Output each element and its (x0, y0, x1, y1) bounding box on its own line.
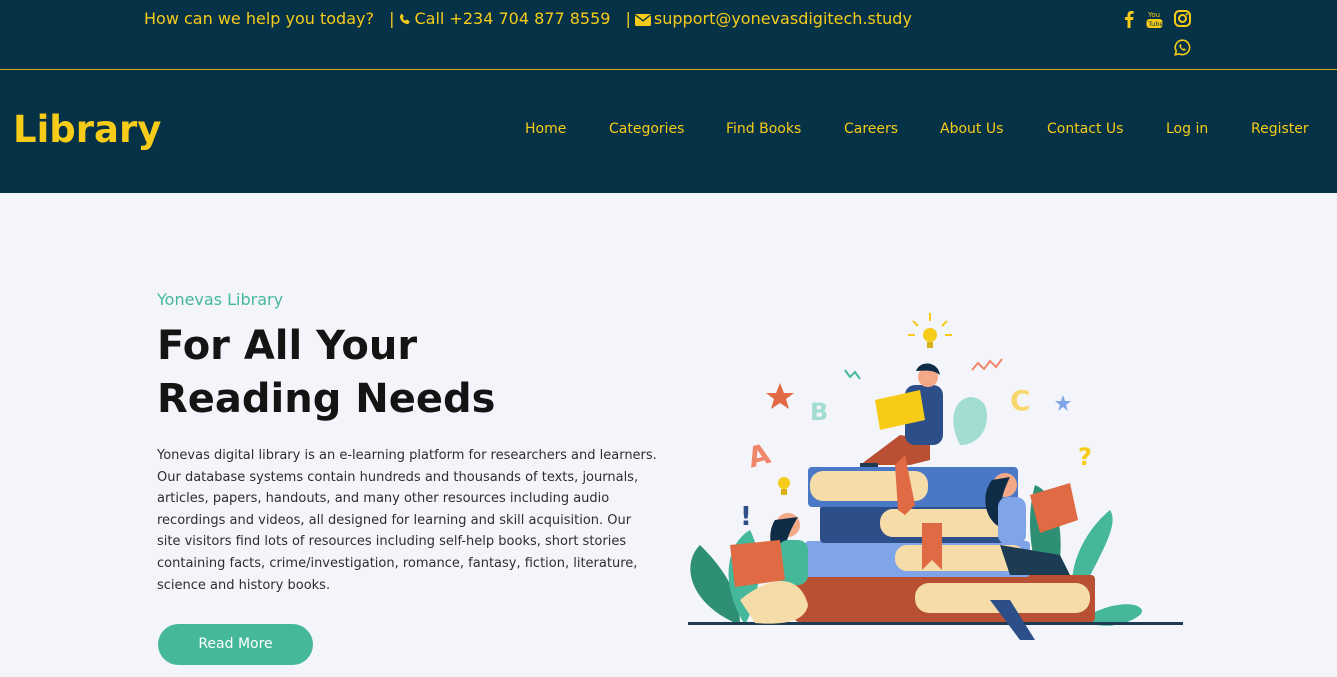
nav-item-careers[interactable]: Careers (844, 121, 898, 137)
nav-item-contact-us[interactable]: Contact Us (1047, 121, 1123, 137)
reading-illustration: A B C ? ! (680, 305, 1190, 650)
svg-text:You: You (1147, 11, 1160, 19)
illustration-letter: ? (1078, 443, 1092, 471)
read-more-button[interactable]: Read More (158, 624, 313, 665)
illustration-letter: B (810, 398, 828, 426)
separator: | (389, 9, 395, 28)
nav-item-register[interactable]: Register (1251, 121, 1309, 137)
illustration-letter: A (744, 437, 774, 475)
nav-item-home[interactable]: Home (525, 121, 566, 137)
top-contact-bar: How can we help you today? | Call +234 70… (0, 0, 1337, 70)
illustration-letter: C (1010, 384, 1031, 417)
youtube-icon[interactable]: You Tube (1146, 10, 1163, 29)
facebook-icon[interactable] (1124, 10, 1134, 28)
nav-item-find-books[interactable]: Find Books (726, 121, 801, 137)
help-text: How can we help you today? (144, 9, 374, 28)
nav-item-categories[interactable]: Categories (609, 121, 684, 137)
envelope-icon (634, 11, 651, 30)
phone-icon (398, 11, 411, 30)
phone-link[interactable]: Call +234 704 877 8559 (414, 9, 610, 28)
illustration-letter: ! (740, 502, 752, 532)
hero-title-line-1: For All Your (157, 323, 418, 369)
separator: | (625, 9, 631, 28)
instagram-icon[interactable] (1174, 10, 1191, 27)
hero-subtitle: Yonevas Library (157, 290, 284, 309)
email-link[interactable]: support@yonevasdigitech.study (654, 9, 912, 28)
main-navbar: Library Home Categories Find Books Caree… (0, 70, 1337, 193)
nav-item-about-us[interactable]: About Us (940, 121, 1003, 137)
whatsapp-icon[interactable] (1174, 39, 1191, 56)
contact-line: How can we help you today? | Call +234 70… (144, 9, 912, 30)
hero-description: Yonevas digital library is an e-learning… (157, 448, 657, 593)
hero-title: For All Your Reading Needs (157, 320, 577, 426)
hero-title-line-2: Reading Needs (157, 376, 496, 422)
nav-item-log-in[interactable]: Log in (1166, 121, 1208, 137)
nav-menu: Home Categories Find Books Careers About… (0, 121, 1337, 141)
svg-text:Tube: Tube (1147, 20, 1163, 28)
